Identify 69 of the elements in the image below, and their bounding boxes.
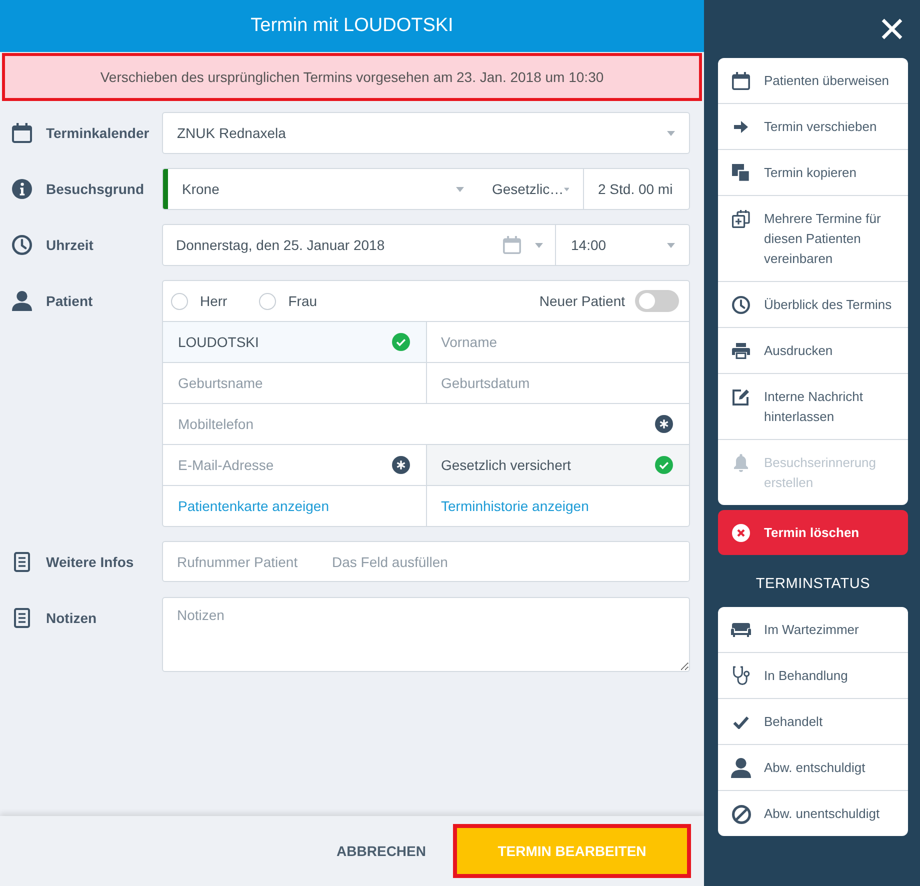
text-field[interactable]: LOUDOTSKI [163, 321, 426, 362]
status-item[interactable]: Abw. unentschuldigt [718, 790, 908, 836]
field-label: Patient [46, 293, 93, 309]
radio-button[interactable] [171, 292, 188, 310]
status-item[interactable]: Behandelt [718, 698, 908, 744]
calendar-icon [503, 236, 521, 254]
arrow-right-icon [734, 121, 748, 133]
field-label: Weitere Infos [46, 554, 134, 570]
select-field[interactable]: Gesetzlich versichert [426, 444, 689, 485]
menu-item[interactable]: Überblick des Termins [718, 281, 908, 327]
prohibited-icon [732, 804, 750, 824]
caret-icon [564, 186, 569, 192]
menu-item[interactable]: Termin kopieren [718, 149, 908, 195]
status-item[interactable]: Abw. entschuldigt [718, 744, 908, 790]
menu-item[interactable]: Patienten überweisen [718, 58, 908, 103]
section-heading: TERMINSTATUS [754, 576, 872, 592]
person-icon [731, 758, 751, 778]
text-field[interactable]: Geburtsdatum [426, 362, 689, 403]
calendar-icon [732, 72, 750, 90]
edit-icon [732, 388, 750, 406]
close-circle-icon [732, 524, 750, 542]
document-icon [14, 552, 30, 572]
status-item[interactable]: Im Wartezimmer [718, 607, 908, 652]
checkmark-icon [733, 716, 749, 728]
text-field[interactable]: Das Feld ausfüllen [332, 542, 689, 581]
text-field[interactable]: Vorname [426, 321, 689, 362]
toggle-label: Neuer Patient [539, 293, 625, 309]
clock-icon [12, 235, 32, 255]
menu-item[interactable]: Ausdrucken [718, 327, 908, 373]
printer-icon [732, 343, 750, 359]
insurance-select[interactable]: Gesetzlic… [476, 169, 583, 209]
field-caption: Rufnummer Patient [177, 554, 299, 570]
calendar-plus-icon [732, 210, 750, 228]
dialog-title: Termin mit LOUDOTSKI [250, 15, 454, 37]
menu-item[interactable]: Interne Nachricht hinterlassen [718, 373, 908, 439]
person-icon [12, 291, 32, 311]
bell-icon [733, 454, 749, 472]
radio-label: Herr [200, 293, 228, 309]
field-label: Uhrzeit [46, 237, 94, 253]
stethoscope-icon [732, 666, 750, 686]
close-icon[interactable] [881, 18, 903, 40]
menu-item[interactable]: Mehrere Termine für diesen Patienten vereinbaren [718, 195, 908, 281]
notes-field[interactable]: Notizen [162, 597, 690, 672]
field-label: Notizen [46, 610, 97, 626]
clock-icon [732, 296, 750, 314]
field-label: Besuchsgrund [46, 181, 144, 197]
caret-icon [535, 242, 543, 248]
calendar-select[interactable]: ZNUK Rednaxela [162, 112, 690, 154]
caret-icon [667, 130, 675, 136]
delete-button[interactable]: Termin löschen [718, 510, 908, 555]
calendar-icon [12, 123, 32, 143]
reason-select[interactable]: Krone [168, 169, 476, 209]
copy-icon [732, 164, 750, 182]
sofa-icon [731, 623, 751, 637]
duration-field[interactable]: 2 Std. 00 mi [583, 169, 689, 209]
notice-banner: Verschieben des ursprünglichen Termins vorgesehen am 23. Jan. 2018 um 10:30 [2, 53, 702, 101]
status-item[interactable]: In Behandlung [718, 652, 908, 698]
date-select[interactable]: Donnerstag, den 25. Januar 2018 [163, 225, 555, 265]
cancel-button[interactable]: ABBRECHEN [324, 828, 438, 874]
caret-icon [667, 242, 675, 248]
toggle-switch[interactable] [635, 290, 679, 312]
caret-icon [456, 186, 464, 192]
info-icon [12, 179, 32, 199]
radio-button[interactable] [259, 292, 276, 310]
menu-item[interactable]: Termin verschieben [718, 103, 908, 149]
document-icon [14, 608, 30, 628]
field-label: Terminkalender [46, 125, 150, 141]
time-select[interactable]: 14:00 [555, 225, 689, 265]
radio-label: Frau [288, 293, 318, 309]
